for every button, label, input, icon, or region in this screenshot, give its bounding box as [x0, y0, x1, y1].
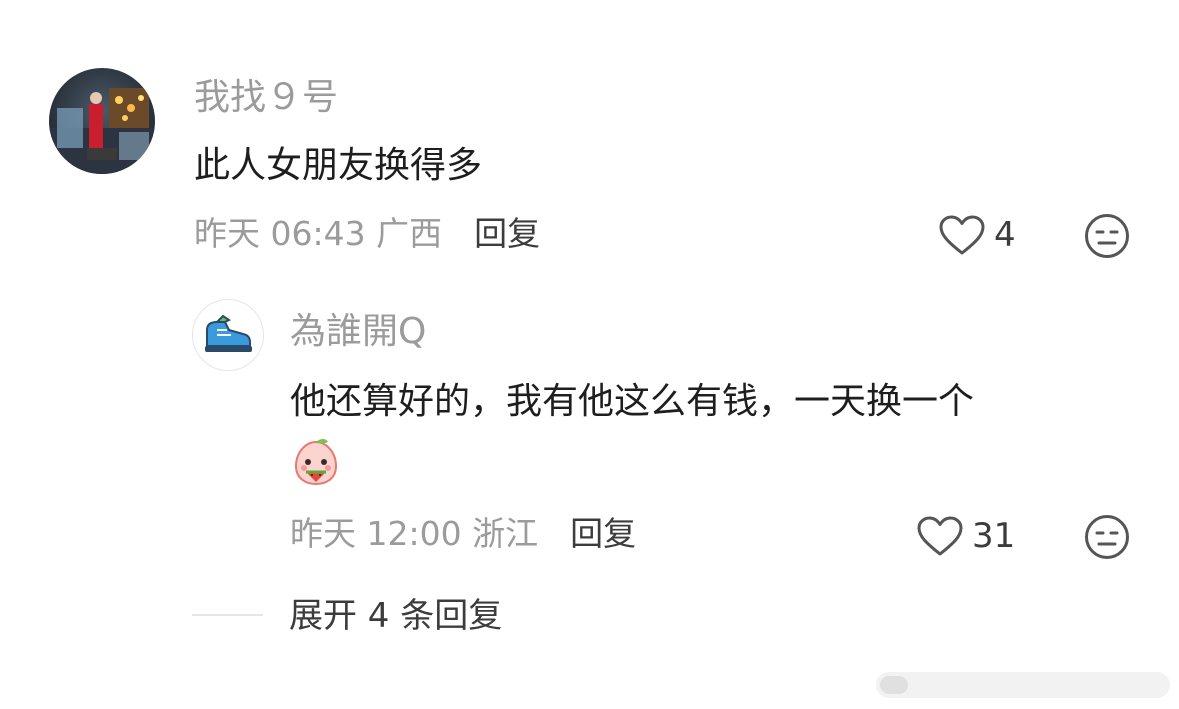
comment-thread: 我找９号 此人女朋友换得多 昨天 06:43 广西 回复 4 為誰開Q 他还算好的…	[0, 0, 1179, 709]
avatar[interactable]	[49, 68, 155, 174]
reply-time-location: 昨天 12:00 浙江	[290, 514, 539, 553]
dislike-button[interactable]	[1084, 213, 1130, 263]
expand-replies-button[interactable]: 展开 4 条回复	[289, 596, 502, 636]
like-count: 4	[994, 215, 1016, 255]
scrollbar-thumb[interactable]	[880, 676, 908, 694]
reply-reply-button[interactable]: 回复	[570, 514, 636, 553]
comment-text: 此人女朋友换得多	[194, 145, 483, 186]
comment-meta: 昨天 06:43 广西 回复	[194, 214, 540, 254]
comment-time-location: 昨天 06:43 广西	[194, 214, 443, 253]
reply-avatar[interactable]	[192, 299, 264, 371]
neutral-face-icon	[1085, 214, 1129, 258]
reply-button[interactable]: 回复	[474, 214, 540, 253]
horizontal-scrollbar[interactable]	[876, 672, 1170, 698]
reply-like-button[interactable]: 31	[916, 515, 1015, 557]
reply-username[interactable]: 為誰開Q	[290, 312, 426, 352]
like-button[interactable]: 4	[938, 214, 1016, 256]
reply-meta: 昨天 12:00 浙江 回复	[290, 514, 636, 554]
reply-text: 他还算好的，我有他这么有钱，一天换一个	[290, 381, 975, 422]
peach-emoji-icon	[290, 436, 342, 492]
heart-icon	[939, 215, 985, 255]
sneaker-avatar-icon	[205, 314, 252, 352]
expand-divider	[192, 614, 263, 616]
reply-like-count: 31	[972, 516, 1016, 556]
comment-username[interactable]: 我找９号	[194, 78, 338, 118]
neutral-face-icon	[1085, 515, 1129, 559]
reply-dislike-button[interactable]	[1084, 514, 1130, 564]
photo-avatar-icon	[49, 68, 155, 174]
heart-icon	[917, 516, 963, 556]
